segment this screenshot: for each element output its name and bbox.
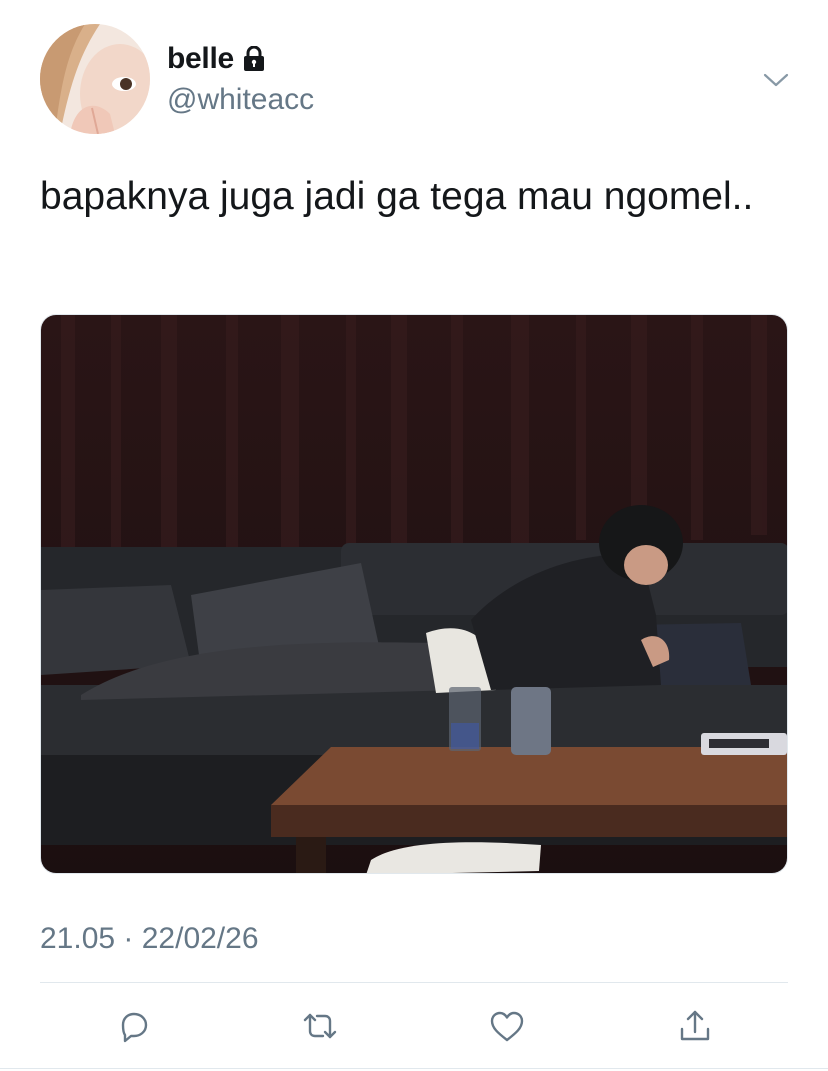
retweet-button[interactable]	[300, 1006, 340, 1046]
tweet-timestamp[interactable]: 21.05 · 22/02/26	[40, 921, 259, 957]
lock-icon	[243, 46, 264, 71]
user-handle[interactable]: @whiteacc	[167, 82, 314, 118]
avatar[interactable]	[40, 24, 150, 134]
like-icon	[490, 1011, 524, 1042]
bottom-divider	[0, 1068, 828, 1069]
divider	[40, 982, 788, 983]
share-icon	[680, 1010, 710, 1041]
tweet-text: bapaknya juga jadi ga tega mau ngomel..	[40, 175, 754, 218]
share-button[interactable]	[675, 1006, 715, 1046]
like-button[interactable]	[487, 1006, 527, 1046]
display-name[interactable]: belle	[167, 41, 234, 77]
chevron-down-icon[interactable]	[760, 64, 792, 96]
retweet-icon	[303, 1013, 337, 1039]
avatar-image	[40, 24, 150, 134]
media-photo	[41, 315, 787, 873]
reply-button[interactable]	[114, 1006, 154, 1046]
reply-icon	[121, 1012, 148, 1043]
tweet-media[interactable]	[40, 314, 788, 874]
